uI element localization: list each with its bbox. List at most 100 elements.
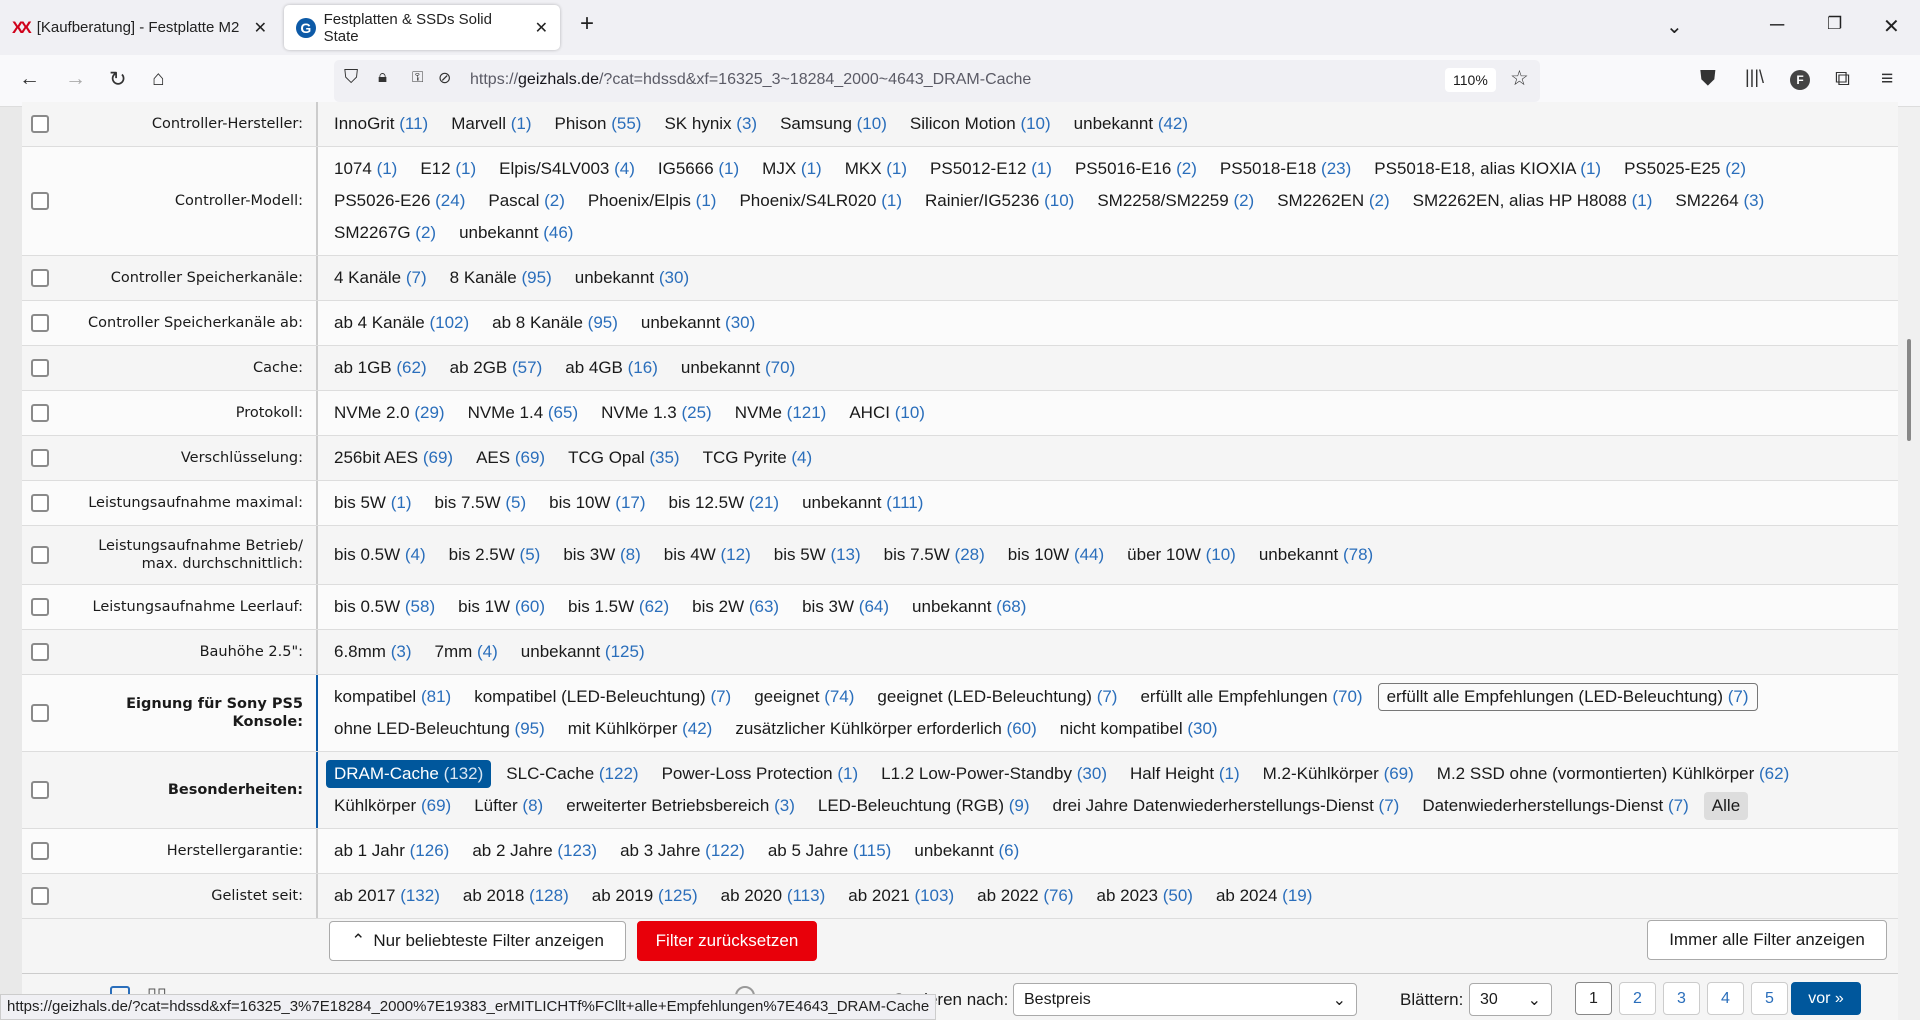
filter-option[interactable]: bis 10W (44) (1000, 539, 1112, 571)
filter-option[interactable]: Samsung (10) (772, 108, 895, 140)
filter-option[interactable]: ab 2 Jahre (123) (464, 835, 605, 867)
filter-option[interactable]: 4 Kanäle (7) (326, 262, 435, 294)
checkbox[interactable] (31, 269, 49, 287)
per-page-select[interactable]: 30 ⌄ (1469, 983, 1552, 1016)
filter-checkbox[interactable] (22, 874, 82, 918)
filter-checkbox[interactable] (22, 256, 82, 300)
filter-option[interactable]: Power-Loss Protection (1) (654, 758, 867, 790)
url-bar[interactable]: ⛉ 🔒︎ ⚿ ⊘ https://geizhals.de/?cat=hdssd&… (334, 60, 1540, 102)
filter-option[interactable]: unbekannt (42) (1066, 108, 1196, 140)
filter-option[interactable]: geeignet (LED-Beleuchtung) (7) (869, 681, 1125, 713)
filter-option[interactable]: unbekannt (78) (1251, 539, 1381, 571)
filter-option[interactable]: ab 5 Jahre (115) (760, 835, 900, 867)
filter-option[interactable]: NVMe (121) (727, 397, 835, 429)
filter-option[interactable]: IG5666 (1) (650, 153, 747, 185)
reset-filters-button[interactable]: Filter zurücksetzen (637, 921, 817, 961)
page-4-button[interactable]: 4 (1707, 982, 1744, 1015)
filter-option[interactable]: E12 (1) (412, 153, 484, 185)
filter-option[interactable]: ab 2GB (57) (442, 352, 551, 384)
filter-option[interactable]: mit Kühlkörper (42) (560, 713, 721, 745)
account-icon[interactable]: F (1790, 70, 1810, 90)
next-page-button[interactable]: vor » (1791, 982, 1861, 1015)
filter-option[interactable]: bis 0.5W (58) (326, 591, 443, 623)
close-window-icon[interactable]: ✕ (1883, 14, 1900, 39)
page-1-button[interactable]: 1 (1575, 982, 1612, 1015)
zoom-level[interactable]: 110% (1445, 68, 1496, 92)
filter-option[interactable]: InnoGrit (11) (326, 108, 436, 140)
filter-option[interactable]: bis 1W (60) (450, 591, 553, 623)
chevron-down-icon[interactable]: ⌄ (1666, 14, 1683, 39)
close-tab-icon[interactable]: ✕ (535, 18, 548, 38)
filter-option[interactable]: ab 4GB (16) (557, 352, 666, 384)
filter-option[interactable]: Half Height (1) (1122, 758, 1248, 790)
checkbox[interactable] (31, 704, 49, 722)
filter-option[interactable]: bis 7.5W (28) (876, 539, 993, 571)
filter-option[interactable]: PS5026-E26 (24) (326, 185, 473, 217)
page-3-button[interactable]: 3 (1663, 982, 1700, 1015)
filter-option[interactable]: erfüllt alle Empfehlungen (LED-Beleuchtu… (1377, 683, 1758, 711)
filter-option[interactable]: unbekannt (30) (567, 262, 697, 294)
checkbox[interactable] (31, 314, 49, 332)
filter-checkbox[interactable] (22, 630, 82, 674)
filter-option[interactable]: ab 2019 (125) (584, 880, 706, 912)
filter-option[interactable]: MKX (1) (837, 153, 915, 185)
filter-option[interactable]: Silicon Motion (10) (902, 108, 1059, 140)
checkbox[interactable] (31, 887, 49, 905)
filter-option[interactable]: Phoenix/S4LR020 (1) (731, 185, 910, 217)
lock-icon[interactable]: 🔒︎ (378, 67, 387, 87)
filter-option[interactable]: unbekannt (125) (513, 636, 653, 668)
tab-kaufberatung[interactable]: XX [Kaufberatung] - Festplatte M2 ✕ (0, 5, 279, 50)
filter-option[interactable]: MJX (1) (754, 153, 830, 185)
filter-option[interactable]: Alle (1703, 792, 1749, 820)
filter-option[interactable]: SM2264 (3) (1667, 185, 1772, 217)
filter-option[interactable]: M.2-Kühlkörper (69) (1255, 758, 1422, 790)
filter-option[interactable]: bis 3W (64) (794, 591, 897, 623)
filter-option[interactable]: ab 2020 (113) (713, 880, 834, 912)
checkbox[interactable] (31, 598, 49, 616)
filter-option[interactable]: DRAM-Cache (132) (326, 760, 492, 788)
filter-option[interactable]: ab 2024 (19) (1208, 880, 1320, 912)
filter-option[interactable]: SM2262EN, alias HP H8088 (1) (1405, 185, 1661, 217)
filter-option[interactable]: ab 2023 (50) (1089, 880, 1201, 912)
filter-option[interactable]: TCG Pyrite (4) (695, 442, 821, 474)
filter-option[interactable]: NVMe 2.0 (29) (326, 397, 453, 429)
filter-checkbox[interactable] (22, 675, 82, 751)
filter-option[interactable]: ab 1GB (62) (326, 352, 435, 384)
menu-icon[interactable]: ≡ (1881, 67, 1893, 91)
filter-checkbox[interactable] (22, 526, 82, 584)
filter-option[interactable]: unbekannt (70) (673, 352, 803, 384)
scrollbar-thumb[interactable] (1907, 339, 1911, 441)
tab-geizhals[interactable]: G Festplatten & SSDs Solid State ✕ (284, 5, 560, 50)
filter-checkbox[interactable] (22, 752, 82, 828)
filter-option[interactable]: 7mm (4) (426, 636, 505, 668)
filter-option[interactable]: AHCI (10) (841, 397, 933, 429)
show-all-filters-button[interactable]: Immer alle Filter anzeigen (1647, 920, 1887, 960)
filter-option[interactable]: SLC-Cache (122) (498, 758, 646, 790)
tracking-blocked-icon[interactable]: ⊘ (438, 68, 451, 88)
filter-checkbox[interactable] (22, 102, 82, 146)
checkbox[interactable] (31, 192, 49, 210)
filter-option[interactable]: SM2258/SM2259 (2) (1089, 185, 1262, 217)
filter-option[interactable]: ab 2018 (128) (455, 880, 577, 912)
filter-option[interactable]: AES (69) (468, 442, 553, 474)
filter-option[interactable]: über 10W (10) (1119, 539, 1244, 571)
filter-option[interactable]: unbekannt (46) (451, 217, 581, 249)
filter-checkbox[interactable] (22, 391, 82, 435)
filter-option[interactable]: nicht kompatibel (30) (1052, 713, 1226, 745)
checkbox[interactable] (31, 842, 49, 860)
filter-option[interactable]: Pascal (2) (480, 185, 573, 217)
filter-option[interactable]: Lüfter (8) (466, 790, 551, 822)
filter-option[interactable]: Datenwiederherstellungs-Dienst (7) (1414, 790, 1696, 822)
filter-option[interactable]: ab 8 Kanäle (95) (484, 307, 626, 339)
minimize-icon[interactable]: ─ (1770, 14, 1784, 37)
library-icon[interactable]: |||\ (1745, 67, 1764, 88)
filter-option[interactable]: bis 1.5W (62) (560, 591, 677, 623)
filter-checkbox[interactable] (22, 481, 82, 525)
filter-option[interactable]: 8 Kanäle (95) (442, 262, 560, 294)
filter-option[interactable]: Marvell (1) (443, 108, 539, 140)
filter-option[interactable]: ohne LED-Beleuchtung (95) (326, 713, 553, 745)
filter-option[interactable]: ab 4 Kanäle (102) (326, 307, 477, 339)
scrollbar[interactable] (1898, 107, 1920, 1020)
home-icon[interactable]: ⌂ (152, 67, 165, 91)
filter-option[interactable]: geeignet (74) (746, 681, 862, 713)
